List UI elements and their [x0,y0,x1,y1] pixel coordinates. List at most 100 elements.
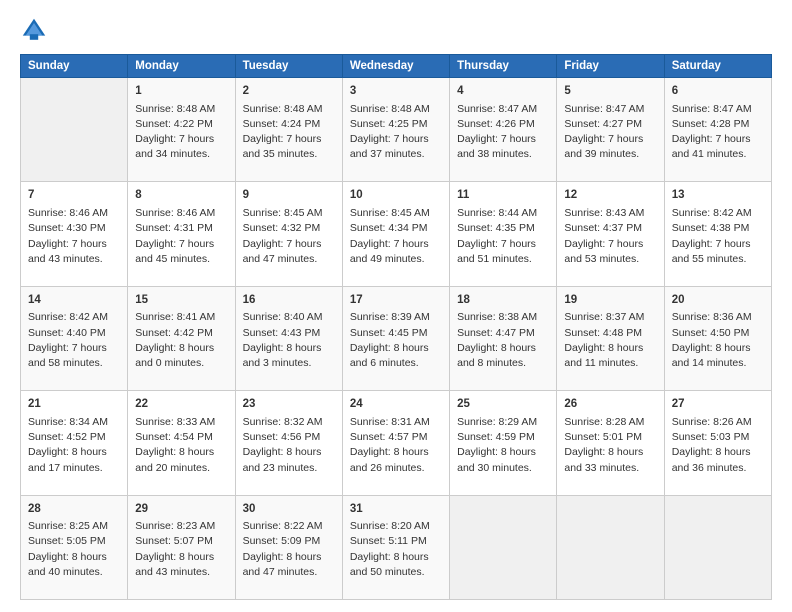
day-number: 11 [457,187,549,204]
day-info-line: Sunrise: 8:46 AM [135,206,227,221]
calendar-cell [21,78,128,182]
calendar-cell: 22Sunrise: 8:33 AMSunset: 4:54 PMDayligh… [128,391,235,495]
day-info-line: and 11 minutes. [564,356,656,371]
day-info-line: Sunset: 5:11 PM [350,534,442,549]
day-info-line: and 23 minutes. [243,461,335,476]
week-row-2: 7Sunrise: 8:46 AMSunset: 4:30 PMDaylight… [21,182,772,286]
days-header-row: SundayMondayTuesdayWednesdayThursdayFrid… [21,55,772,78]
day-info-line: Sunrise: 8:41 AM [135,310,227,325]
calendar-cell: 11Sunrise: 8:44 AMSunset: 4:35 PMDayligh… [450,182,557,286]
day-info-line: Sunrise: 8:48 AM [350,102,442,117]
day-number: 19 [564,292,656,309]
calendar-cell: 23Sunrise: 8:32 AMSunset: 4:56 PMDayligh… [235,391,342,495]
day-number: 13 [672,187,764,204]
day-header-saturday: Saturday [664,55,771,78]
calendar-cell: 21Sunrise: 8:34 AMSunset: 4:52 PMDayligh… [21,391,128,495]
day-info-line: Sunrise: 8:42 AM [28,310,120,325]
calendar-cell: 12Sunrise: 8:43 AMSunset: 4:37 PMDayligh… [557,182,664,286]
day-info-line: and 41 minutes. [672,147,764,162]
calendar-cell: 10Sunrise: 8:45 AMSunset: 4:34 PMDayligh… [342,182,449,286]
day-info-line: Daylight: 7 hours [243,132,335,147]
calendar-cell: 3Sunrise: 8:48 AMSunset: 4:25 PMDaylight… [342,78,449,182]
calendar-cell: 25Sunrise: 8:29 AMSunset: 4:59 PMDayligh… [450,391,557,495]
calendar-cell: 18Sunrise: 8:38 AMSunset: 4:47 PMDayligh… [450,286,557,390]
calendar-cell: 15Sunrise: 8:41 AMSunset: 4:42 PMDayligh… [128,286,235,390]
day-info-line: Sunset: 4:31 PM [135,221,227,236]
calendar-cell: 26Sunrise: 8:28 AMSunset: 5:01 PMDayligh… [557,391,664,495]
day-info-line: Sunset: 4:40 PM [28,326,120,341]
calendar-cell: 9Sunrise: 8:45 AMSunset: 4:32 PMDaylight… [235,182,342,286]
day-info-line: Sunrise: 8:46 AM [28,206,120,221]
day-info-line: Sunset: 4:50 PM [672,326,764,341]
day-info-line: Daylight: 8 hours [243,341,335,356]
day-info-line: Sunrise: 8:37 AM [564,310,656,325]
day-info-line: Sunset: 4:34 PM [350,221,442,236]
day-info-line: Sunset: 4:48 PM [564,326,656,341]
day-info-line: Sunrise: 8:47 AM [457,102,549,117]
day-info-line: Sunset: 4:38 PM [672,221,764,236]
day-info-line: Sunrise: 8:48 AM [135,102,227,117]
day-info-line: Sunrise: 8:25 AM [28,519,120,534]
calendar-cell: 24Sunrise: 8:31 AMSunset: 4:57 PMDayligh… [342,391,449,495]
day-info-line: Sunrise: 8:47 AM [672,102,764,117]
day-number: 27 [672,396,764,413]
day-number: 15 [135,292,227,309]
day-info-line: Daylight: 7 hours [457,132,549,147]
calendar-cell: 4Sunrise: 8:47 AMSunset: 4:26 PMDaylight… [450,78,557,182]
day-info-line: Daylight: 7 hours [672,132,764,147]
header [20,16,772,44]
day-info-line: and 33 minutes. [564,461,656,476]
calendar-cell: 17Sunrise: 8:39 AMSunset: 4:45 PMDayligh… [342,286,449,390]
day-info-line: Sunset: 4:47 PM [457,326,549,341]
day-info-line: Sunset: 4:52 PM [28,430,120,445]
day-number: 17 [350,292,442,309]
day-number: 23 [243,396,335,413]
day-info-line: Daylight: 7 hours [243,237,335,252]
day-info-line: Sunset: 4:57 PM [350,430,442,445]
day-info-line: Sunset: 4:37 PM [564,221,656,236]
calendar-cell: 5Sunrise: 8:47 AMSunset: 4:27 PMDaylight… [557,78,664,182]
calendar-cell [557,495,664,599]
day-info-line: Sunset: 4:27 PM [564,117,656,132]
day-info-line: Sunrise: 8:45 AM [243,206,335,221]
day-header-monday: Monday [128,55,235,78]
calendar-cell: 19Sunrise: 8:37 AMSunset: 4:48 PMDayligh… [557,286,664,390]
day-info-line: and 50 minutes. [350,565,442,580]
day-header-thursday: Thursday [450,55,557,78]
day-info-line: Daylight: 8 hours [457,445,549,460]
day-info-line: Daylight: 8 hours [672,445,764,460]
day-header-sunday: Sunday [21,55,128,78]
page: SundayMondayTuesdayWednesdayThursdayFrid… [0,0,792,612]
calendar-cell: 20Sunrise: 8:36 AMSunset: 4:50 PMDayligh… [664,286,771,390]
week-row-4: 21Sunrise: 8:34 AMSunset: 4:52 PMDayligh… [21,391,772,495]
day-info-line: Daylight: 7 hours [564,132,656,147]
day-number: 2 [243,83,335,100]
day-info-line: and 6 minutes. [350,356,442,371]
calendar-cell: 13Sunrise: 8:42 AMSunset: 4:38 PMDayligh… [664,182,771,286]
day-number: 26 [564,396,656,413]
day-info-line: Sunrise: 8:32 AM [243,415,335,430]
day-info-line: Sunrise: 8:23 AM [135,519,227,534]
day-info-line: and 58 minutes. [28,356,120,371]
day-info-line: Sunrise: 8:31 AM [350,415,442,430]
day-info-line: Sunrise: 8:29 AM [457,415,549,430]
day-info-line: and 43 minutes. [28,252,120,267]
logo-icon [20,16,48,44]
day-info-line: Sunrise: 8:28 AM [564,415,656,430]
day-header-wednesday: Wednesday [342,55,449,78]
day-info-line: and 38 minutes. [457,147,549,162]
week-row-3: 14Sunrise: 8:42 AMSunset: 4:40 PMDayligh… [21,286,772,390]
day-info-line: Sunrise: 8:20 AM [350,519,442,534]
day-info-line: Daylight: 7 hours [350,237,442,252]
day-number: 5 [564,83,656,100]
day-info-line: Sunrise: 8:48 AM [243,102,335,117]
day-info-line: Daylight: 8 hours [350,550,442,565]
day-info-line: and 36 minutes. [672,461,764,476]
day-info-line: Sunrise: 8:36 AM [672,310,764,325]
day-info-line: Daylight: 8 hours [672,341,764,356]
day-header-tuesday: Tuesday [235,55,342,78]
day-number: 1 [135,83,227,100]
day-info-line: Sunset: 4:30 PM [28,221,120,236]
day-info-line: Sunrise: 8:40 AM [243,310,335,325]
calendar-cell: 2Sunrise: 8:48 AMSunset: 4:24 PMDaylight… [235,78,342,182]
